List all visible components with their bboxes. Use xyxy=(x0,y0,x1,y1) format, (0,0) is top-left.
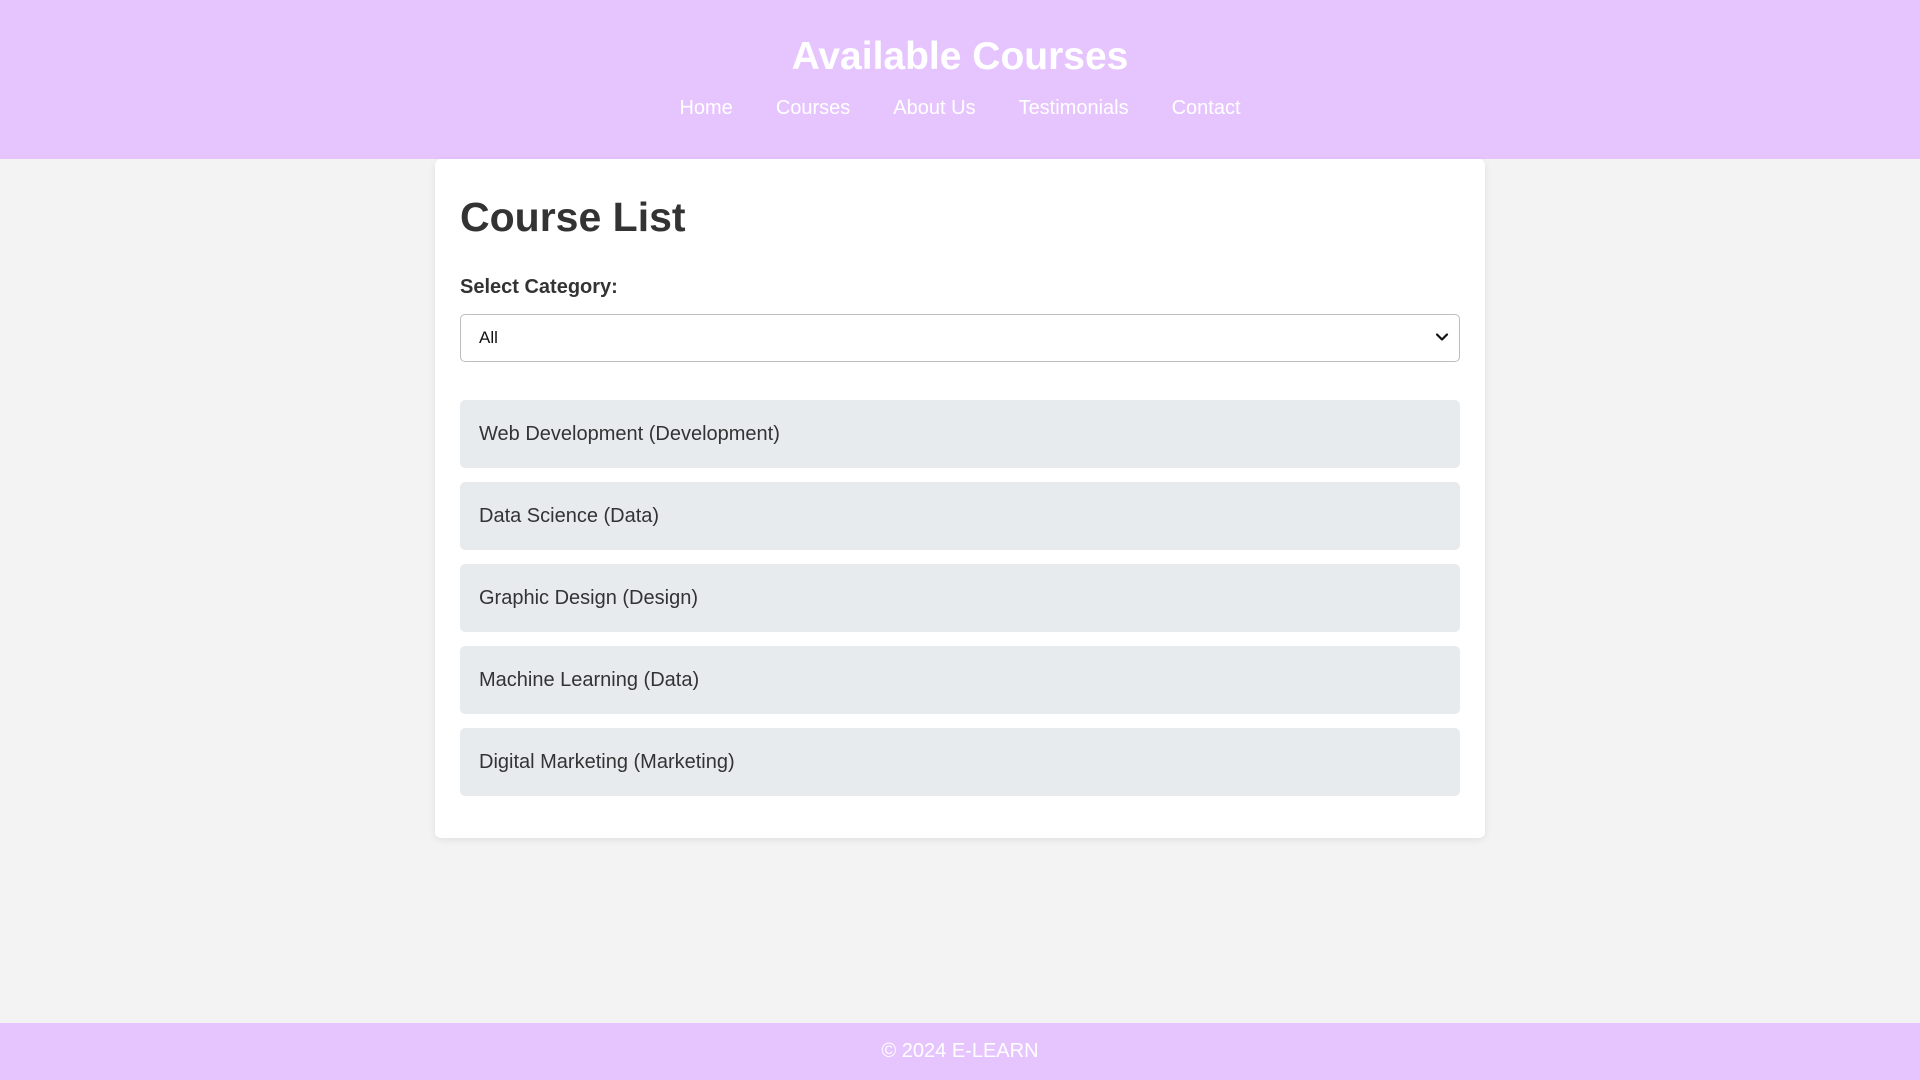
footer-copyright: © 2024 E-LEARN xyxy=(881,1040,1039,1062)
site-footer: © 2024 E-LEARN xyxy=(0,1023,1920,1080)
course-item-graphic-design[interactable]: Graphic Design (Design) xyxy=(460,564,1460,632)
course-list: Web Development (Development) Data Scien… xyxy=(460,400,1460,796)
nav-testimonials-link[interactable]: Testimonials xyxy=(1019,93,1129,123)
nav-home-link[interactable]: Home xyxy=(679,93,732,123)
site-title: Available Courses xyxy=(791,35,1129,78)
category-select-value: All xyxy=(479,328,498,347)
main-nav: Home Courses About Us Testimonials Conta… xyxy=(0,93,1920,123)
course-item-digital-marketing[interactable]: Digital Marketing (Marketing) xyxy=(460,728,1460,796)
nav-about-us-link[interactable]: About Us xyxy=(893,93,975,123)
nav-contact-link[interactable]: Contact xyxy=(1172,93,1241,123)
category-label: Select Category: xyxy=(460,276,618,298)
course-list-heading: Course List xyxy=(460,194,686,240)
course-list-card: Course List Select Category: All Web Dev… xyxy=(435,159,1485,838)
course-item-machine-learning[interactable]: Machine Learning (Data) xyxy=(460,646,1460,714)
nav-courses-link[interactable]: Courses xyxy=(776,93,850,123)
course-item-data-science[interactable]: Data Science (Data) xyxy=(460,482,1460,550)
chevron-down-icon xyxy=(1435,333,1449,341)
page: Available Courses Home Courses About Us … xyxy=(0,0,1920,1080)
site-header: Available Courses Home Courses About Us … xyxy=(0,0,1920,159)
course-item-web-development[interactable]: Web Development (Development) xyxy=(460,400,1460,468)
category-select[interactable]: All xyxy=(460,314,1460,362)
